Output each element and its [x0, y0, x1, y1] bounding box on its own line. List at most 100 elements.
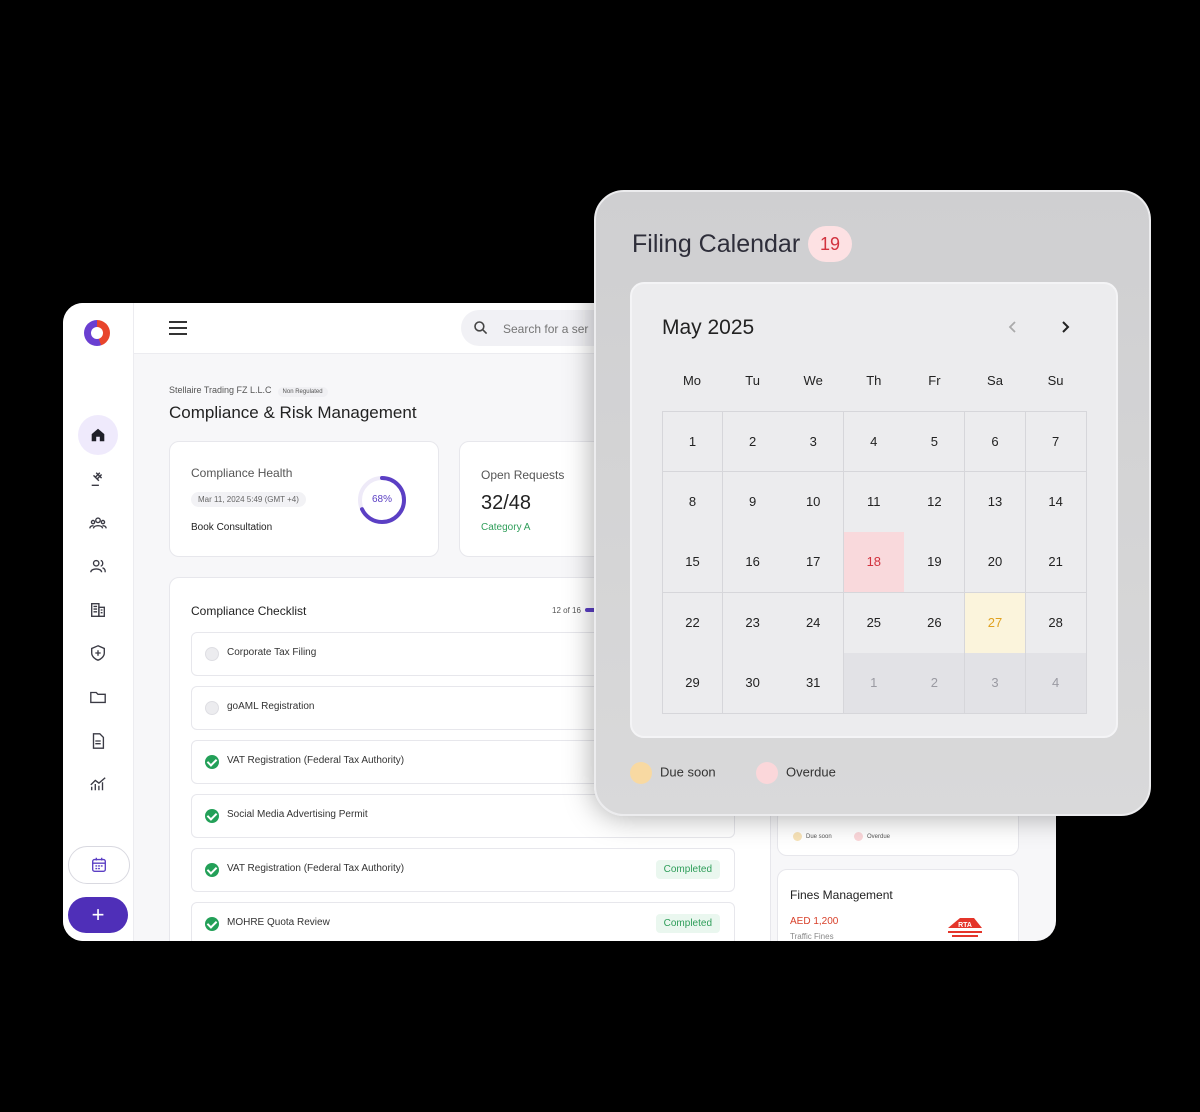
calendar-day-outside[interactable]: 1: [843, 653, 905, 715]
day-grid: 1 2 3 4 5 6 7 8 9 10 11 12 13 14 15 16 17 18 19 20 21 22 23 24 2…: [662, 411, 1087, 715]
calendar-day[interactable]: 12: [904, 471, 966, 533]
calendar-day[interactable]: 26: [904, 592, 966, 654]
rta-logo-text: RTA: [958, 922, 972, 929]
calendar-day[interactable]: 20: [965, 532, 1026, 594]
calendar-day-outside[interactable]: 2: [904, 653, 966, 715]
analytics-icon[interactable]: [78, 764, 118, 804]
filing-calendar-panel: Filing Calendar 19 May 2025 Mo Tu We Th Fr Sa…: [594, 190, 1151, 816]
calendar-day[interactable]: 3: [783, 411, 845, 472]
calendar-day[interactable]: 6: [965, 411, 1026, 472]
status-badge: Completed: [655, 860, 720, 879]
calendar-day[interactable]: 22: [662, 592, 723, 654]
calendar-day[interactable]: 8: [662, 471, 723, 533]
checklist-item-label: Social Media Advertising Permit: [227, 809, 368, 820]
filing-count-badge: 19: [808, 226, 852, 262]
chevron-left-icon[interactable]: [1006, 320, 1020, 334]
calendar-day[interactable]: 13: [965, 471, 1026, 533]
compliance-health-card: Compliance Health Mar 11, 2024 5:49 (GMT…: [169, 441, 439, 557]
calendar-day[interactable]: 21: [1025, 532, 1087, 594]
users-icon[interactable]: [78, 546, 118, 586]
health-progress-ring: 68%: [356, 474, 408, 526]
company-name: Stellaire Trading FZ L.L.C Non Regulated: [169, 385, 328, 397]
calendar-day[interactable]: 28: [1025, 592, 1087, 654]
weekday-header: Mo: [682, 373, 702, 388]
fines-management-card[interactable]: Fines Management AED 1,200 Traffic Fines…: [777, 869, 1019, 941]
calendar-day[interactable]: 27: [965, 592, 1026, 654]
calendar-day[interactable]: 19: [904, 532, 966, 594]
calendar-day[interactable]: 2: [722, 411, 784, 472]
unchecked-icon[interactable]: [205, 647, 219, 661]
home-icon[interactable]: [78, 415, 118, 455]
calendar-day-outside[interactable]: 4: [1025, 653, 1087, 715]
calendar-day[interactable]: 29: [662, 653, 723, 715]
calendar-day[interactable]: 24: [783, 592, 845, 654]
calendar-day[interactable]: 31: [783, 653, 845, 715]
checklist-item-label: goAML Registration: [227, 701, 315, 712]
calendar-day[interactable]: 4: [843, 411, 905, 472]
calendar-button[interactable]: [68, 846, 130, 884]
plus-icon: +: [91, 902, 105, 927]
weekday-header: Th: [866, 373, 882, 388]
chevron-right-icon[interactable]: [1058, 320, 1072, 334]
weekday-header: Su: [1047, 373, 1064, 388]
checklist-item-label: Corporate Tax Filing: [227, 647, 317, 658]
checklist-item-label: VAT Registration (Federal Tax Authority): [227, 863, 405, 874]
folder-icon[interactable]: [78, 677, 118, 717]
weekday-header: Tu: [745, 373, 760, 388]
legend-due-label: Due soon: [806, 834, 832, 841]
building-icon[interactable]: [78, 590, 118, 630]
sidebar: +: [63, 303, 134, 941]
team-icon[interactable]: [78, 503, 118, 543]
calendar-day[interactable]: 9: [722, 471, 784, 533]
requests-label: Open Requests: [481, 468, 565, 482]
calendar-day[interactable]: 30: [722, 653, 784, 715]
checklist-item[interactable]: MOHRE Quota Review Completed: [191, 902, 735, 941]
book-consultation-link[interactable]: Book Consultation: [191, 522, 272, 533]
calendar-day[interactable]: 14: [1025, 471, 1087, 533]
company-label: Stellaire Trading FZ L.L.C: [169, 385, 272, 395]
calendar-day[interactable]: 7: [1025, 411, 1087, 472]
requests-value: 32/48: [481, 492, 532, 514]
calendar-day[interactable]: 11: [843, 471, 905, 533]
checklist-item-label: MOHRE Quota Review: [227, 917, 330, 928]
legend-overdue-label: Overdue: [867, 834, 891, 841]
weekday-header: Sa: [987, 373, 1003, 388]
brand-logo[interactable]: [84, 320, 110, 346]
search-icon: [474, 321, 488, 335]
check-icon[interactable]: [205, 809, 219, 823]
checklist-title: Compliance Checklist: [191, 604, 307, 618]
health-date: Mar 11, 2024 5:49 (GMT +4): [191, 492, 306, 507]
requests-category: Category A: [481, 522, 531, 533]
calendar-day[interactable]: 18: [843, 532, 905, 594]
weekday-header: We: [803, 373, 823, 388]
check-icon[interactable]: [205, 863, 219, 877]
checklist-count: 12 of 16: [552, 606, 581, 615]
legend-overdue: Overdue: [854, 832, 890, 841]
calendar-day[interactable]: 10: [783, 471, 845, 533]
gavel-icon[interactable]: [78, 459, 118, 499]
month-calendar: May 2025 Mo Tu We Th Fr Sa Su 1 2 3 4 5 6 7 8 9 10 11 12 1…: [630, 282, 1118, 738]
weekday-header: Fr: [928, 373, 941, 388]
unchecked-icon[interactable]: [205, 701, 219, 715]
calendar-day[interactable]: 5: [904, 411, 966, 472]
document-icon[interactable]: [78, 721, 118, 761]
calendar-day[interactable]: 15: [662, 532, 723, 594]
fines-amount: AED 1,200: [790, 916, 839, 927]
health-percent: 68%: [371, 494, 392, 505]
calendar-day[interactable]: 1: [662, 411, 723, 472]
calendar-day[interactable]: 25: [843, 592, 905, 654]
calendar-day-outside[interactable]: 3: [965, 653, 1026, 715]
calendar-day[interactable]: 17: [783, 532, 845, 594]
menu-icon[interactable]: [169, 321, 187, 335]
legend-due-soon-large: Due soon: [630, 762, 716, 784]
add-button[interactable]: +: [68, 897, 128, 933]
calendar-day[interactable]: 23: [722, 592, 784, 654]
checklist-item[interactable]: VAT Registration (Federal Tax Authority)…: [191, 848, 735, 892]
overdue-label: Overdue: [786, 764, 836, 780]
check-icon[interactable]: [205, 755, 219, 769]
health-label: Compliance Health: [191, 466, 293, 480]
shield-icon[interactable]: [78, 633, 118, 673]
check-icon[interactable]: [205, 917, 219, 931]
page-title: Compliance & Risk Management: [169, 403, 417, 422]
calendar-day[interactable]: 16: [722, 532, 784, 594]
